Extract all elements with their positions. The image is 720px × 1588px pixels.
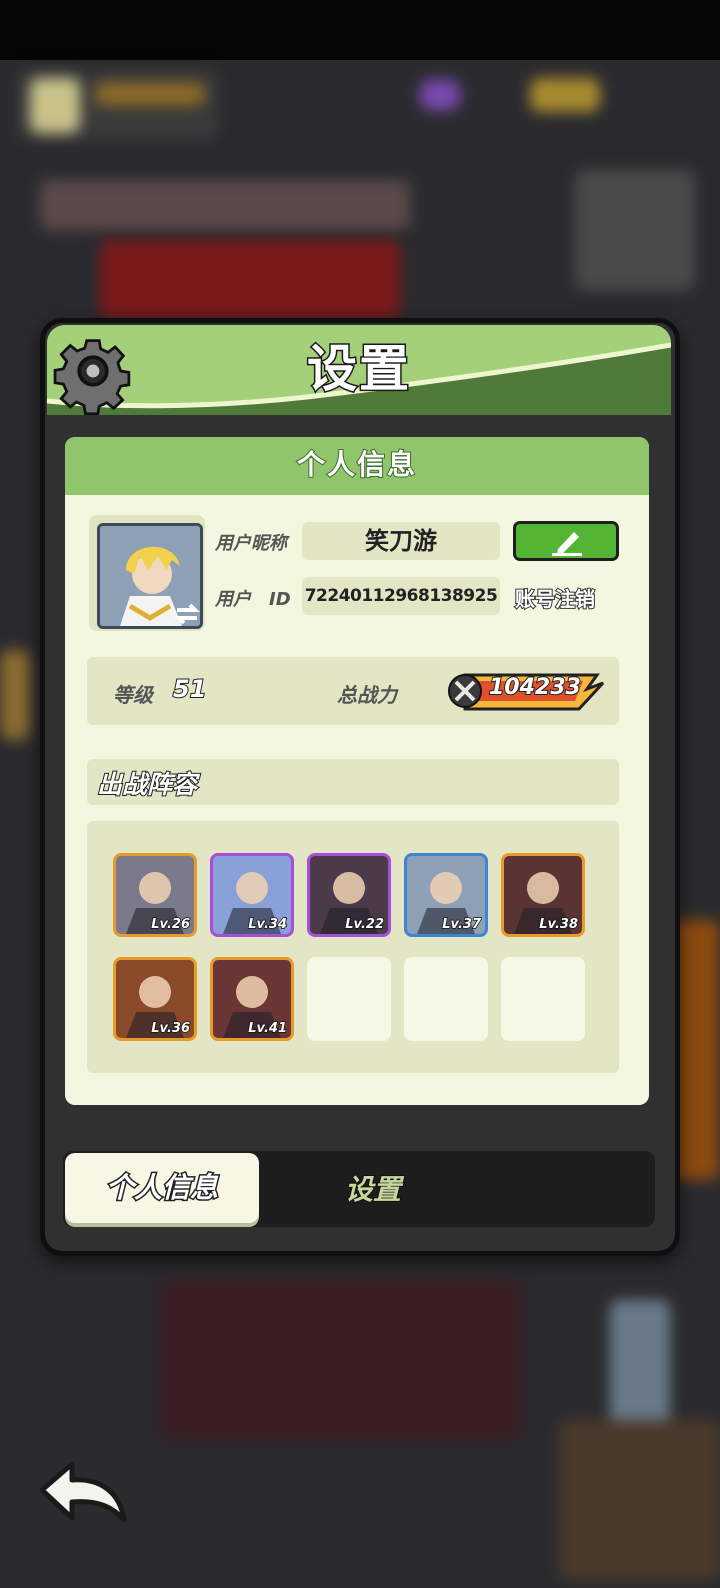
power-badge: 104233 (447, 671, 607, 711)
userid-field: 72240112968138925 (302, 577, 500, 615)
section-title: 个人信息 (65, 437, 649, 495)
userid-label: 用户 ID (215, 589, 291, 610)
hero-slot[interactable]: Lv.41 (210, 957, 294, 1041)
tab-personal-info[interactable]: 个人信息 (65, 1153, 259, 1223)
tab-bar: 个人信息 设置 (63, 1151, 655, 1227)
hero-level: Lv.22 (345, 916, 385, 933)
level-power-bar: 等级 51 总战力 104233 (87, 657, 619, 725)
hero-level: Lv.38 (539, 916, 579, 933)
empty-hero-slot[interactable] (404, 957, 488, 1041)
hero-slot[interactable]: Lv.38 (501, 853, 585, 937)
hero-level: Lv.37 (442, 916, 482, 933)
nickname-label: 用户昵称 (215, 533, 287, 554)
hero-slot[interactable]: Lv.37 (404, 853, 488, 937)
cancel-account-button[interactable]: 账号注销 (514, 583, 596, 612)
power-value: 104233 (488, 674, 582, 701)
swap-arrows-icon[interactable] (173, 603, 201, 625)
hero-level: Lv.26 (151, 916, 191, 933)
hero-slot[interactable]: Lv.36 (113, 957, 197, 1041)
personal-info-panel: 个人信息 用户昵称 笑刀游 用户 ID 72240112968138925 账号… (65, 437, 649, 1105)
avatar-frame (89, 515, 205, 631)
settings-dialog: 设置 个人信息 用户昵称 笑刀游 用户 ID 72240112968138925… (40, 318, 680, 1256)
lineup-header: 出战阵容 (87, 759, 619, 805)
tab-settings[interactable]: 设置 (313, 1165, 433, 1215)
edit-nickname-button[interactable] (513, 521, 619, 561)
level-value: 51 (172, 674, 207, 704)
hero-level: Lv.36 (151, 1020, 191, 1037)
hero-slot[interactable]: Lv.22 (307, 853, 391, 937)
nickname-field: 笑刀游 (302, 522, 500, 560)
hero-level: Lv.34 (248, 916, 288, 933)
level-label: 等级 (113, 683, 153, 707)
lineup-title: 出战阵容 (96, 769, 198, 800)
power-label: 总战力 (337, 683, 397, 707)
dialog-header: 设置 (47, 325, 671, 415)
dialog-title: 设置 (306, 339, 411, 400)
empty-hero-slot[interactable] (307, 957, 391, 1041)
hero-level: Lv.41 (248, 1020, 288, 1037)
lineup-grid: Lv.26 Lv.34 Lv.22 Lv.37 Lv.38 Lv.36 Lv.41 (87, 821, 619, 1073)
status-bar (0, 0, 720, 60)
hero-slot[interactable]: Lv.34 (210, 853, 294, 937)
back-arrow-icon[interactable] (36, 1458, 132, 1530)
edit-pencil-icon (552, 532, 582, 556)
crossed-swords-icon (448, 674, 482, 708)
hero-slot[interactable]: Lv.26 (113, 853, 197, 937)
empty-hero-slot[interactable] (501, 957, 585, 1041)
